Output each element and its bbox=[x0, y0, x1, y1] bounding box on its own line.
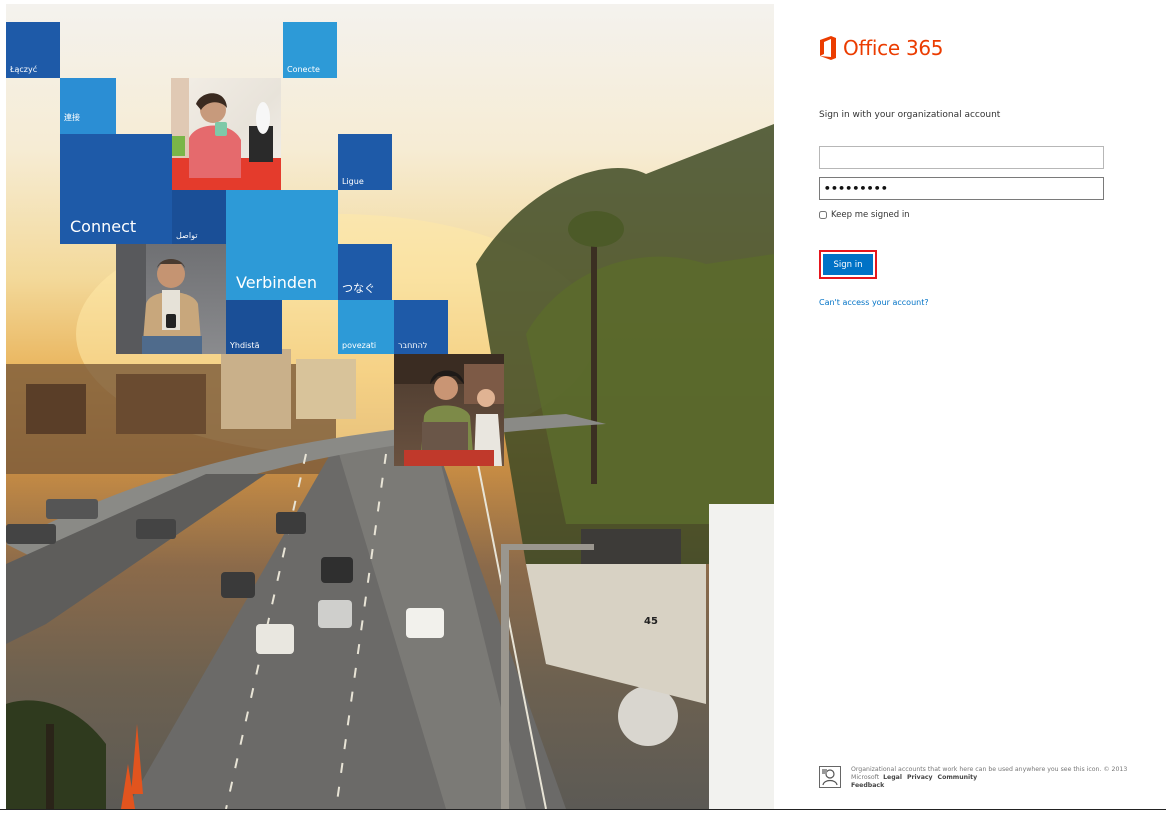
footer-link-privacy[interactable]: Privacy bbox=[907, 774, 933, 781]
footer-link-legal[interactable]: Legal bbox=[883, 774, 902, 781]
office-logo-icon bbox=[820, 36, 836, 60]
tile-povezati: povezati bbox=[338, 300, 394, 354]
tile-tsunagu-label: つなぐ bbox=[342, 282, 375, 295]
tile-tawasal-label: تواصل bbox=[176, 231, 198, 240]
speed-limit-sign: 45 bbox=[644, 616, 658, 627]
bottom-divider bbox=[0, 809, 1166, 810]
username-field[interactable] bbox=[819, 146, 1104, 169]
tile-yhdista: Yhdistä bbox=[226, 300, 282, 354]
hero-background-image: Łączyć Conecte 連接 Connect تواصل Ligue Ve bbox=[6, 4, 774, 809]
tile-povezati-label: povezati bbox=[342, 341, 377, 350]
sign-in-prompt: Sign in with your organizational account bbox=[819, 110, 1001, 120]
tile-lehitchaber-label: להתחבר bbox=[398, 341, 428, 350]
sign-in-button-label: Sign in bbox=[823, 254, 873, 275]
tile-connect-label: Connect bbox=[70, 217, 137, 236]
tile-lianjie-label: 連接 bbox=[64, 113, 80, 122]
tile-ligue: Ligue bbox=[338, 134, 392, 190]
keep-signed-in-checkbox[interactable] bbox=[819, 211, 827, 219]
password-field[interactable] bbox=[819, 177, 1104, 200]
brand-title: Office 365 bbox=[843, 36, 944, 60]
sign-in-panel: Office 365 Sign in with your organizatio… bbox=[775, 0, 1166, 813]
footer-link-community[interactable]: Community bbox=[938, 774, 978, 781]
photo-woman-with-mug bbox=[171, 78, 281, 190]
office-365-logo: Office 365 bbox=[819, 36, 944, 60]
sign-in-button[interactable]: Sign in bbox=[819, 250, 877, 279]
tile-verbinden: Verbinden bbox=[226, 190, 338, 300]
photo-people-with-laptop bbox=[394, 354, 504, 466]
tile-conecte: Conecte bbox=[283, 22, 337, 78]
footer: Organizational accounts that work here c… bbox=[819, 766, 1129, 791]
footer-link-feedback[interactable]: Feedback bbox=[851, 782, 884, 789]
photo-man-with-phone bbox=[116, 244, 226, 354]
city-highway-photo bbox=[6, 124, 774, 809]
tile-verbinden-label: Verbinden bbox=[236, 273, 318, 292]
tile-ligue-label: Ligue bbox=[342, 177, 364, 186]
keep-signed-in[interactable]: Keep me signed in bbox=[819, 210, 910, 220]
tile-conecte-label: Conecte bbox=[287, 65, 320, 74]
tile-tawasal: تواصل bbox=[172, 190, 226, 244]
organizational-account-icon bbox=[819, 766, 841, 788]
tile-yhdista-label: Yhdistä bbox=[230, 341, 260, 350]
tile-tsunagu: つなぐ bbox=[338, 244, 392, 300]
cant-access-account-link[interactable]: Can't access your account? bbox=[819, 298, 929, 307]
keep-signed-in-label: Keep me signed in bbox=[831, 210, 910, 220]
tile-laczyc: Łączyć bbox=[6, 22, 60, 78]
tile-connect: Connect bbox=[60, 134, 172, 244]
tile-lianjie: 連接 bbox=[60, 78, 116, 134]
tile-laczyc-label: Łączyć bbox=[10, 65, 38, 74]
footer-text-block: Organizational accounts that work here c… bbox=[851, 766, 1129, 791]
tile-lehitchaber: להתחבר bbox=[394, 300, 448, 354]
